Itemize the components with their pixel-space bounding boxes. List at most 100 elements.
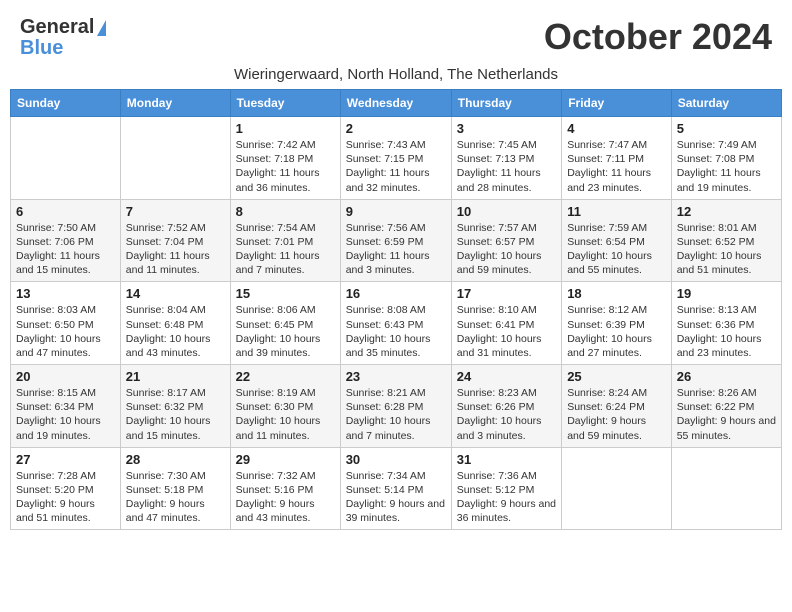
weekday-header-friday: Friday: [562, 90, 672, 117]
sunrise-text: Sunrise: 7:49 AM: [677, 138, 776, 152]
sunset-text: Sunset: 6:26 PM: [457, 400, 556, 414]
sunrise-text: Sunrise: 7:52 AM: [126, 221, 225, 235]
day-info: Sunrise: 8:15 AMSunset: 6:34 PMDaylight:…: [16, 386, 115, 443]
sunset-text: Sunset: 5:12 PM: [457, 483, 556, 497]
day-info: Sunrise: 8:21 AMSunset: 6:28 PMDaylight:…: [346, 386, 446, 443]
day-info: Sunrise: 8:17 AMSunset: 6:32 PMDaylight:…: [126, 386, 225, 443]
calendar-cell: 13Sunrise: 8:03 AMSunset: 6:50 PMDayligh…: [11, 282, 121, 365]
day-info: Sunrise: 8:08 AMSunset: 6:43 PMDaylight:…: [346, 303, 446, 360]
day-info: Sunrise: 8:10 AMSunset: 6:41 PMDaylight:…: [457, 303, 556, 360]
day-info: Sunrise: 7:34 AMSunset: 5:14 PMDaylight:…: [346, 469, 446, 526]
sunrise-text: Sunrise: 8:01 AM: [677, 221, 776, 235]
calendar-cell: 19Sunrise: 8:13 AMSunset: 6:36 PMDayligh…: [671, 282, 781, 365]
daylight-text: Daylight: 10 hours and 35 minutes.: [346, 332, 446, 360]
calendar-cell: 3Sunrise: 7:45 AMSunset: 7:13 PMDaylight…: [451, 117, 561, 200]
sunrise-text: Sunrise: 8:15 AM: [16, 386, 115, 400]
calendar-cell: 11Sunrise: 7:59 AMSunset: 6:54 PMDayligh…: [562, 199, 672, 282]
page-header: General Blue October 2024: [10, 10, 782, 62]
sunset-text: Sunset: 5:20 PM: [16, 483, 115, 497]
day-info: Sunrise: 7:52 AMSunset: 7:04 PMDaylight:…: [126, 221, 225, 278]
sunrise-text: Sunrise: 8:21 AM: [346, 386, 446, 400]
daylight-text: Daylight: 11 hours and 36 minutes.: [236, 166, 335, 194]
day-number: 22: [236, 369, 335, 384]
day-info: Sunrise: 7:43 AMSunset: 7:15 PMDaylight:…: [346, 138, 446, 195]
sunset-text: Sunset: 6:22 PM: [677, 400, 776, 414]
sunrise-text: Sunrise: 8:23 AM: [457, 386, 556, 400]
day-number: 21: [126, 369, 225, 384]
sunset-text: Sunset: 5:18 PM: [126, 483, 225, 497]
day-info: Sunrise: 8:01 AMSunset: 6:52 PMDaylight:…: [677, 221, 776, 278]
day-number: 14: [126, 286, 225, 301]
calendar-cell: 12Sunrise: 8:01 AMSunset: 6:52 PMDayligh…: [671, 199, 781, 282]
calendar-cell: 14 Sunrise: 8:04 AMSunset: 6:48 PMDayligh…: [120, 282, 230, 365]
calendar-week-row: 27Sunrise: 7:28 AMSunset: 5:20 PMDayligh…: [11, 447, 782, 530]
sunset-text: Sunset: 7:08 PM: [677, 152, 776, 166]
sunrise-text: Sunrise: 8:10 AM: [457, 303, 556, 317]
day-info: Sunrise: 8:04 AMSunset: 6:48 PMDaylight:…: [126, 303, 225, 360]
calendar-week-row: 6Sunrise: 7:50 AMSunset: 7:06 PMDaylight…: [11, 199, 782, 282]
calendar-cell: 15 Sunrise: 8:06 AMSunset: 6:45 PMDayligh…: [230, 282, 340, 365]
sunset-text: Sunset: 7:06 PM: [16, 235, 115, 249]
calendar-cell: 25Sunrise: 8:24 AMSunset: 6:24 PMDayligh…: [562, 365, 672, 448]
sunrise-text: Sunrise: 8:03 AM: [16, 303, 115, 317]
day-number: 18: [567, 286, 666, 301]
sunrise-text: Sunrise: 7:57 AM: [457, 221, 556, 235]
sunset-text: Sunset: 7:11 PM: [567, 152, 666, 166]
logo: General Blue: [20, 16, 106, 60]
day-info: Sunrise: 8:06 AMSunset: 6:45 PMDaylight:…: [236, 303, 335, 360]
sunrise-text: Sunrise: 7:28 AM: [16, 469, 115, 483]
sunset-text: Sunset: 6:34 PM: [16, 400, 115, 414]
day-number: 3: [457, 121, 556, 136]
daylight-text: Daylight: 10 hours and 51 minutes.: [677, 249, 776, 277]
daylight-text: Daylight: 9 hours and 51 minutes.: [16, 497, 115, 525]
calendar-cell: 6Sunrise: 7:50 AMSunset: 7:06 PMDaylight…: [11, 199, 121, 282]
sunset-text: Sunset: 5:16 PM: [236, 483, 335, 497]
sunset-text: Sunset: 6:59 PM: [346, 235, 446, 249]
calendar-cell: 27 Sunrise: 7:28 AMSunset: 5:20 PMDayligh…: [11, 447, 121, 530]
daylight-text: Daylight: 10 hours and 39 minutes.: [236, 332, 335, 360]
calendar-cell: [562, 447, 672, 530]
day-number: 8: [236, 204, 335, 219]
day-number: 15: [236, 286, 335, 301]
day-info: Sunrise: 7:28 AMSunset: 5:20 PMDaylight:…: [16, 469, 115, 526]
daylight-text: Daylight: 10 hours and 47 minutes.: [16, 332, 115, 360]
calendar-cell: 9Sunrise: 7:56 AMSunset: 6:59 PMDaylight…: [340, 199, 451, 282]
calendar-cell: 31Sunrise: 7:36 AMSunset: 5:12 PMDayligh…: [451, 447, 561, 530]
calendar-cell: 4Sunrise: 7:47 AMSunset: 7:11 PMDaylight…: [562, 117, 672, 200]
day-number: 19: [677, 286, 776, 301]
sunrise-text: Sunrise: 8:08 AM: [346, 303, 446, 317]
day-number: 27: [16, 452, 115, 467]
calendar-cell: 20Sunrise: 8:15 AMSunset: 6:34 PMDayligh…: [11, 365, 121, 448]
day-number: 10: [457, 204, 556, 219]
daylight-text: Daylight: 10 hours and 27 minutes.: [567, 332, 666, 360]
location-title: Wieringerwaard, North Holland, The Nethe…: [10, 66, 782, 83]
calendar-cell: 24Sunrise: 8:23 AMSunset: 6:26 PMDayligh…: [451, 365, 561, 448]
calendar-table: SundayMondayTuesdayWednesdayThursdayFrid…: [10, 89, 782, 530]
calendar-cell: [11, 117, 121, 200]
weekday-header-wednesday: Wednesday: [340, 90, 451, 117]
daylight-text: Daylight: 11 hours and 23 minutes.: [567, 166, 666, 194]
sunrise-text: Sunrise: 8:17 AM: [126, 386, 225, 400]
day-number: 28: [126, 452, 225, 467]
logo-triangle-icon: [97, 20, 106, 36]
daylight-text: Daylight: 10 hours and 43 minutes.: [126, 332, 225, 360]
daylight-text: Daylight: 10 hours and 31 minutes.: [457, 332, 556, 360]
day-info: Sunrise: 7:32 AMSunset: 5:16 PMDaylight:…: [236, 469, 335, 526]
calendar-cell: 8Sunrise: 7:54 AMSunset: 7:01 PMDaylight…: [230, 199, 340, 282]
sunrise-text: Sunrise: 7:43 AM: [346, 138, 446, 152]
weekday-header-saturday: Saturday: [671, 90, 781, 117]
sunset-text: Sunset: 5:14 PM: [346, 483, 446, 497]
daylight-text: Daylight: 11 hours and 28 minutes.: [457, 166, 556, 194]
sunrise-text: Sunrise: 7:45 AM: [457, 138, 556, 152]
sunrise-text: Sunrise: 7:50 AM: [16, 221, 115, 235]
daylight-text: Daylight: 9 hours and 43 minutes.: [236, 497, 335, 525]
weekday-header-thursday: Thursday: [451, 90, 561, 117]
sunset-text: Sunset: 6:41 PM: [457, 318, 556, 332]
day-info: Sunrise: 8:03 AMSunset: 6:50 PMDaylight:…: [16, 303, 115, 360]
calendar-cell: 23Sunrise: 8:21 AMSunset: 6:28 PMDayligh…: [340, 365, 451, 448]
calendar-cell: [120, 117, 230, 200]
sunrise-text: Sunrise: 8:04 AM: [126, 303, 225, 317]
sunrise-text: Sunrise: 7:30 AM: [126, 469, 225, 483]
sunrise-text: Sunrise: 8:13 AM: [677, 303, 776, 317]
sunset-text: Sunset: 7:01 PM: [236, 235, 335, 249]
